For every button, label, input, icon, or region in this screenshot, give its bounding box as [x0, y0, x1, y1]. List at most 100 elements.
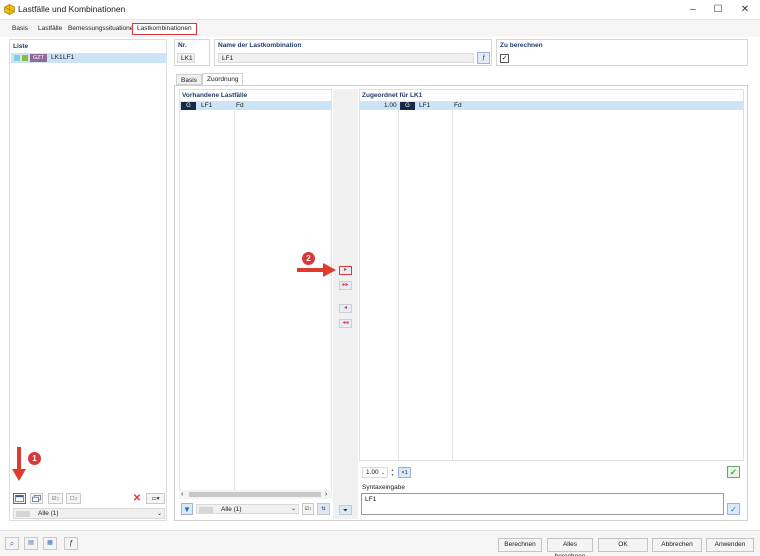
title-bar: Lastfälle und Kombinationen – ☐ ✕ — [0, 0, 760, 20]
app-icon — [4, 4, 15, 15]
list-header: Liste — [13, 43, 29, 50]
factor-stepper[interactable]: ▴ ▾ — [389, 467, 396, 478]
uncheck-list-icon: ☐↕ — [69, 496, 78, 502]
edit-name-button[interactable]: ƒ — [477, 52, 490, 64]
view-options-button[interactable]: ▭▾ — [146, 493, 165, 504]
column-divider — [398, 101, 399, 461]
tab-bemessungssituationen[interactable]: Bemessungssituationen — [64, 23, 141, 35]
row-name: LF1 — [201, 102, 213, 109]
table-tool-button[interactable]: ▤ — [24, 537, 38, 550]
list-panel: Liste GZT LK1 LF1 ☑↕ ☐↕ ✕ ▭▾ Alle (1) ⌄ — [9, 39, 167, 521]
abbrechen-button[interactable]: Abbrechen — [652, 538, 702, 552]
annotation-marker-1: 1 — [28, 452, 41, 465]
list-filter-value: Alle (1) — [38, 510, 59, 517]
delete-button[interactable]: ✕ — [131, 493, 143, 504]
search-tool-button[interactable]: ⌕ — [5, 537, 19, 550]
row-extra: Fd — [236, 102, 244, 109]
calc-checkbox[interactable]: ✓ — [500, 54, 509, 63]
list-filter-select[interactable]: Alle (1) ⌄ — [13, 508, 165, 519]
row-extra: Fd — [454, 102, 462, 109]
remove-one-button[interactable]: ◂ — [339, 304, 352, 313]
color-swatch-icon — [14, 55, 20, 61]
copy-icon — [32, 495, 41, 502]
name-label: Name der Lastkombination — [218, 42, 302, 49]
gzt-badge: GZT — [30, 54, 47, 62]
check-list-icon: ☑↕ — [304, 506, 312, 512]
horizontal-scrollbar[interactable]: ‹ › — [179, 490, 332, 499]
available-list: Vorhandene Lastfälle G LF1 Fd — [179, 89, 332, 499]
syntax-apply-button[interactable]: ✓ — [727, 503, 740, 515]
close-window-button[interactable]: ✕ — [732, 2, 758, 18]
formula-tool-button[interactable]: ƒ — [64, 537, 78, 550]
move-down-button[interactable]: ⏷ — [339, 505, 352, 515]
tab-basis[interactable]: Basis — [8, 23, 32, 35]
column-divider — [452, 101, 453, 461]
tab-lastfaelle[interactable]: Lastfälle — [34, 23, 66, 35]
sort-icon: ⇅ — [321, 506, 326, 512]
nr-label: Nr. — [178, 42, 187, 49]
minimize-button[interactable]: – — [680, 2, 706, 18]
row-factor: 1.00 — [384, 102, 397, 109]
available-options-button[interactable]: ⇅ — [317, 503, 330, 515]
funnel-icon: ▼ — [183, 505, 191, 514]
chevron-down-icon: ⌄ — [157, 511, 163, 517]
table-row[interactable]: G LF1 Fd — [180, 101, 332, 110]
apply-factor-button[interactable]: ×1 — [398, 467, 411, 478]
chevron-down-icon: ⌄ — [381, 470, 386, 476]
available-check-all-button[interactable]: ☑↕ — [302, 503, 314, 515]
delete-x-icon: ✕ — [132, 493, 142, 504]
table-row[interactable]: 1.00 G LF1 Fd — [360, 101, 744, 110]
checkmark-icon: ✓ — [730, 505, 737, 514]
available-filter-select[interactable]: Alle (1) ⌄ — [196, 504, 299, 514]
copy-combination-button[interactable] — [30, 493, 43, 504]
assigned-list: Zugeordnet für LK1 1.00 G LF1 Fd — [359, 89, 744, 461]
scroll-thumb[interactable] — [189, 492, 321, 497]
tab-lastkombinationen[interactable]: Lastkombinationen — [132, 23, 197, 35]
new-table-icon — [15, 495, 24, 502]
anwenden-button[interactable]: Anwenden — [706, 538, 754, 552]
filter-swatch — [199, 506, 213, 513]
annotation-arrow-down — [12, 447, 26, 481]
factor-select[interactable]: 1.00 ⌄ — [362, 467, 388, 478]
available-header: Vorhandene Lastfälle — [182, 92, 248, 99]
add-one-button[interactable]: ▸ — [339, 266, 352, 275]
subtab-basis[interactable]: Basis — [176, 74, 202, 85]
scroll-right-icon: › — [325, 491, 328, 498]
list-tool-button[interactable]: ▦ — [43, 537, 57, 550]
filter-button[interactable]: ▼ — [181, 503, 193, 515]
annotation-arrow-right — [297, 263, 336, 277]
alles-berechnen-button[interactable]: Alles berechnen — [547, 538, 593, 556]
list-item-id: LK1 — [51, 54, 63, 61]
annotation-marker-2: 2 — [302, 252, 315, 265]
magnifier-icon: ⌕ — [9, 539, 15, 548]
window-title: Lastfälle und Kombinationen — [18, 4, 126, 14]
new-combination-button[interactable] — [13, 493, 26, 504]
add-all-button[interactable]: ▸▸ — [339, 281, 352, 290]
ok-button[interactable]: OK — [598, 538, 648, 552]
syntax-input[interactable]: LF1 — [361, 493, 724, 515]
syntax-label: Syntaxeingabe — [362, 484, 406, 491]
edit-formula-icon: ƒ — [481, 55, 486, 61]
columns-dropdown-icon: ▭▾ — [151, 496, 160, 502]
type-badge: G — [400, 101, 415, 110]
row-name: LF1 — [419, 102, 431, 109]
check-all-button[interactable]: ☑↕ — [48, 493, 63, 504]
uncheck-all-button[interactable]: ☐↕ — [66, 493, 81, 504]
nr-field[interactable]: LK1 — [177, 53, 195, 63]
berechnen-button[interactable]: Berechnen — [498, 538, 542, 552]
calc-group: Zu berechnen ✓ — [496, 39, 748, 66]
list-item[interactable]: GZT LK1 LF1 — [11, 53, 167, 63]
list-view-icon: ▦ — [47, 540, 53, 546]
formula-icon: ƒ — [69, 540, 73, 547]
list-item-name: LF1 — [63, 54, 75, 61]
table-icon: ▤ — [28, 540, 34, 546]
confirm-button[interactable]: ✓ — [727, 466, 740, 478]
filter-swatch — [16, 511, 30, 517]
column-divider — [234, 101, 235, 499]
assigned-header: Zugeordnet für LK1 — [362, 92, 423, 99]
name-field[interactable]: LF1 — [218, 53, 474, 63]
remove-all-button[interactable]: ◂◂ — [339, 319, 352, 328]
type-badge: G — [181, 101, 196, 110]
maximize-button[interactable]: ☐ — [705, 2, 731, 18]
name-group: Name der Lastkombination LF1 ƒ — [214, 39, 492, 66]
